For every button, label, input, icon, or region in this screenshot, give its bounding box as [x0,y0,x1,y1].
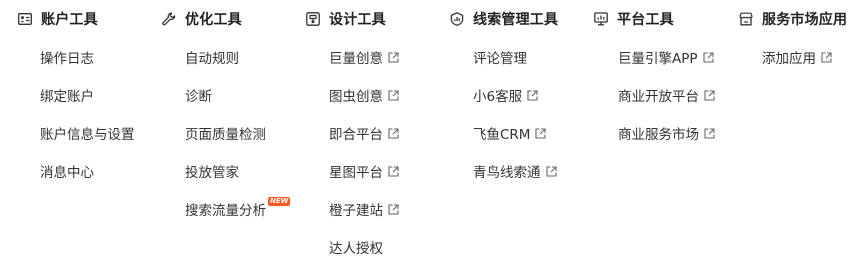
palette-box-icon [306,12,320,26]
menu-item-label: 账户信息与设置 [40,127,135,143]
menu-item-label: 橙子建站 [329,203,383,219]
menu-item-label: 评论管理 [473,51,527,67]
external-link-icon [388,89,399,101]
column-title: 平台工具 [617,12,674,28]
new-badge: NEW [268,196,291,206]
column-header-platform-tools: 平台工具 [594,9,674,29]
menu-item-account-settings[interactable]: 账户信息与设置 [40,123,135,143]
menu-item-business-service-market[interactable]: 商业服务市场 [618,123,715,143]
menu-item-auto-rules[interactable]: 自动规则 [185,47,239,67]
column-header-account-tools: 账户工具 [18,9,98,29]
storefront-icon [739,12,753,26]
external-link-icon [702,51,714,63]
external-link-icon [821,51,832,63]
menu-item-label: 商业开放平台 [618,89,699,105]
external-link-icon [388,203,399,215]
external-link-icon [704,89,715,101]
menu-item-business-open-platform[interactable]: 商业开放平台 [618,85,715,105]
external-link-icon [535,127,547,139]
menu-item-label: 诊断 [185,89,212,105]
menu-item-add-app[interactable]: 添加应用 [762,47,832,67]
external-link-icon [704,127,715,139]
column-header-market-apps: 服务市场应用 [739,9,847,29]
menu-item-delivery-manager[interactable]: 投放管家 [185,161,239,181]
menu-item-label: 搜索流量分析 [185,203,266,219]
external-link-icon [388,165,399,177]
menu-item-label: 操作日志 [40,51,94,67]
menu-item-diagnosis[interactable]: 诊断 [185,85,212,105]
menu-item-xingtu-platform[interactable]: 星图平台 [329,161,399,181]
column-title: 优化工具 [185,12,242,28]
menu-item-feiyu-crm[interactable]: 飞鱼CRM [473,123,547,143]
menu-item-label: 添加应用 [762,51,816,67]
external-link-icon [527,89,538,101]
menu-item-juliang-creative[interactable]: 巨量创意 [329,47,399,67]
menu-item-message-center[interactable]: 消息中心 [40,161,94,181]
menu-item-label: 青鸟线索通 [473,165,541,181]
wrench-icon [162,12,176,26]
column-header-design-tools: 设计工具 [306,9,386,29]
menu-item-search-traffic-analysis[interactable]: 搜索流量分析 NEW [185,196,291,219]
column-title: 服务市场应用 [762,12,848,28]
external-link-icon [388,51,399,63]
menu-item-label: 巨量创意 [329,51,383,67]
column-title: 账户工具 [41,12,98,28]
column-header-lead-tools: 线索管理工具 [450,9,558,29]
shield-chart-icon [450,12,464,26]
menu-item-label: 达人授权 [329,241,383,257]
menu-item-operation-log[interactable]: 操作日志 [40,47,94,67]
menu-item-label: 星图平台 [329,165,383,181]
menu-item-label: 飞鱼CRM [473,127,531,143]
menu-item-label: 巨量引擎APP [618,51,698,67]
menu-item-tuchong-creative[interactable]: 图虫创意 [329,85,399,105]
external-link-icon [545,165,557,177]
menu-item-label: 绑定账户 [40,89,94,105]
monitor-chart-icon [594,12,608,26]
column-header-optimize-tools: 优化工具 [162,9,242,29]
menu-item-influencer-auth[interactable]: 达人授权 [329,237,383,257]
menu-item-label: 投放管家 [185,165,239,181]
menu-item-label: 商业服务市场 [618,127,699,143]
menu-item-page-quality-check[interactable]: 页面质量检测 [185,123,266,143]
column-title: 设计工具 [329,12,386,28]
menu-item-label: 页面质量检测 [185,127,266,143]
menu-item-label: 即合平台 [329,127,383,143]
menu-item-label: 消息中心 [40,165,94,181]
menu-item-juliang-engine-app[interactable]: 巨量引擎APP [618,47,714,67]
menu-item-jihe-platform[interactable]: 即合平台 [329,123,399,143]
menu-item-label: 自动规则 [185,51,239,67]
menu-item-label: 图虫创意 [329,89,383,105]
menu-item-qingniao-leads[interactable]: 青鸟线索通 [473,161,557,181]
menu-item-chengzi-site[interactable]: 橙子建站 [329,199,399,219]
menu-item-label: 小6客服 [473,89,523,105]
menu-item-comment-management[interactable]: 评论管理 [473,47,527,67]
menu-item-bind-account[interactable]: 绑定账户 [40,85,94,105]
external-link-icon [388,127,399,139]
column-title: 线索管理工具 [473,12,559,28]
menu-item-xiao6-customer-service[interactable]: 小6客服 [473,85,538,105]
id-card-icon [18,13,32,25]
